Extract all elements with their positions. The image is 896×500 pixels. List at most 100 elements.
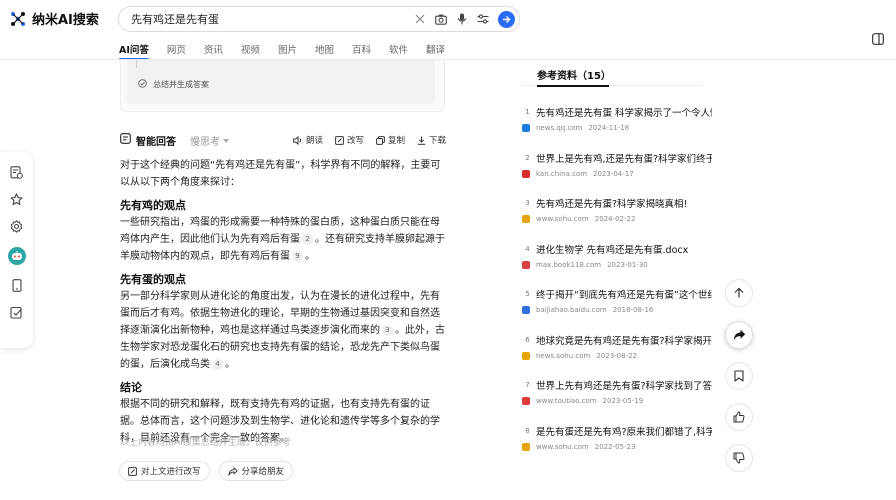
reference-title[interactable]: 地球究竟是先有鸡还是先有蛋?科学家揭开谜底 bbox=[536, 333, 712, 347]
reference-item[interactable]: 2 世界上是先有鸡,还是先有蛋?科学家们终于给出答案 kan.china.com 20… bbox=[522, 151, 712, 187]
tab-software[interactable]: 软件 bbox=[389, 42, 408, 56]
copy-button[interactable]: 复制 bbox=[376, 134, 405, 146]
share-icon bbox=[227, 466, 238, 476]
citation-badge[interactable]: 3 bbox=[382, 325, 393, 336]
reference-source: news.sohu.com bbox=[536, 351, 591, 360]
thinking-mode-select[interactable]: 慢思考 bbox=[190, 133, 229, 148]
source-favicon-icon bbox=[522, 442, 530, 451]
reference-item[interactable]: 7 世界上先有鸡还是先有蛋?科学家找到了答案 www.toutiao.com 2023… bbox=[522, 378, 712, 414]
tab-images[interactable]: 图片 bbox=[278, 42, 297, 56]
settings-gear-icon[interactable] bbox=[10, 220, 23, 233]
reference-date: 2023-01-30 bbox=[607, 260, 648, 269]
reference-date: 2022-05-23 bbox=[594, 442, 636, 451]
tab-web[interactable]: 网页 bbox=[167, 42, 186, 56]
bookmark-button[interactable] bbox=[725, 362, 753, 390]
reference-meta: www.toutiao.com 2023-05-19 bbox=[522, 397, 643, 405]
references-title: 参考资料（15） bbox=[537, 71, 611, 82]
source-favicon-icon bbox=[522, 124, 530, 132]
filter-icon[interactable] bbox=[477, 13, 489, 25]
tab-ai-qa[interactable]: AI问答 bbox=[119, 42, 149, 60]
reference-source: max.book118.com bbox=[536, 260, 602, 269]
reference-date: 2023-05-19 bbox=[602, 397, 644, 405]
reference-title[interactable]: 终于揭开“到底先有鸡还是先有蛋”这个世纪难题 bbox=[536, 287, 712, 301]
bookmark-icon bbox=[734, 370, 744, 382]
reference-item[interactable]: 1 先有鸡还是先有蛋 科学家揭示了一个令人惊讶的答案 news.qq.com 2024… bbox=[522, 105, 712, 141]
references-tab[interactable]: 参考资料（15） bbox=[522, 66, 702, 87]
share-followup-button[interactable]: 分享给朋友 bbox=[218, 461, 294, 481]
reference-meta: news.qq.com 2024-11-18 bbox=[522, 124, 629, 132]
history-icon[interactable] bbox=[10, 166, 23, 179]
ai-disclaimer: 以上内容均由AI搜集总结并生成，仅供参考 bbox=[120, 438, 291, 448]
reference-source: www.sohu.com bbox=[536, 215, 589, 223]
app-logo[interactable]: 纳米AI搜索 bbox=[10, 9, 99, 28]
check-circle-icon bbox=[138, 77, 147, 91]
reference-source: news.qq.com bbox=[536, 124, 583, 132]
citation-badge[interactable]: 9 bbox=[292, 251, 303, 262]
search-bar[interactable]: 先有鸡还是先有蛋 bbox=[118, 6, 520, 32]
source-favicon-icon bbox=[522, 397, 530, 405]
search-tabs: AI问答 网页 资讯 视频 图片 地图 百科 软件 翻译 bbox=[119, 42, 463, 60]
followup-actions: 对上文进行改写 分享给朋友 bbox=[119, 461, 294, 481]
clear-icon[interactable] bbox=[414, 13, 426, 25]
reference-meta: baijiahao.baidu.com 2018-08-16 bbox=[522, 306, 653, 314]
reference-title[interactable]: 世界上是先有鸡,还是先有蛋?科学家们终于给出答案 bbox=[536, 151, 712, 165]
camera-icon[interactable] bbox=[435, 13, 447, 25]
app-name: 纳米AI搜索 bbox=[32, 13, 99, 28]
reference-date: 2024-02-22 bbox=[594, 215, 636, 223]
panel-toggle-icon[interactable] bbox=[872, 33, 884, 48]
citation-badge[interactable]: 2 bbox=[302, 234, 313, 245]
reference-source: baijiahao.baidu.com bbox=[536, 306, 607, 314]
star-icon[interactable] bbox=[10, 193, 23, 206]
reference-item[interactable]: 6 地球究竟是先有鸡还是先有蛋?科学家揭开谜底 news.sohu.com 2023-… bbox=[522, 333, 712, 369]
tab-video[interactable]: 视频 bbox=[241, 42, 260, 56]
tab-news[interactable]: 资讯 bbox=[204, 42, 223, 56]
steps-inner-panel: 总结并生成答案 bbox=[127, 60, 435, 104]
citation-badge[interactable]: 4 bbox=[212, 359, 223, 370]
share-button[interactable] bbox=[725, 321, 753, 349]
step-label: 总结并生成答案 bbox=[153, 79, 209, 89]
read-aloud-button[interactable]: 朗读 bbox=[293, 134, 323, 146]
search-input[interactable]: 先有鸡还是先有蛋 bbox=[131, 11, 414, 27]
tab-baike[interactable]: 百科 bbox=[352, 42, 371, 56]
source-favicon-icon bbox=[522, 306, 530, 314]
tab-translate[interactable]: 翻译 bbox=[426, 42, 445, 56]
source-favicon-icon bbox=[522, 169, 530, 178]
reference-meta: max.book118.com 2023-01-30 bbox=[522, 260, 648, 269]
mobile-phone-icon[interactable] bbox=[10, 279, 23, 292]
source-favicon-icon bbox=[522, 215, 530, 223]
dislike-button[interactable] bbox=[725, 444, 753, 472]
reference-item[interactable]: 5 终于揭开“到底先有鸡还是先有蛋”这个世纪难题 baijiahao.baidu.c… bbox=[522, 287, 712, 323]
scroll-top-button[interactable] bbox=[725, 279, 753, 307]
answer-toolbar: 智能回答 慢思考 朗读 改写 复制 下载 bbox=[120, 133, 446, 148]
reference-source: www.toutiao.com bbox=[536, 397, 597, 405]
reference-title[interactable]: 先有鸡还是先有蛋?科学家揭晓真相! bbox=[536, 196, 712, 210]
like-button[interactable] bbox=[725, 403, 753, 431]
section-title-conclusion: 结论 bbox=[120, 381, 142, 394]
reference-date: 2024-11-18 bbox=[588, 124, 630, 132]
reference-meta: kan.china.com 2023-04-17 bbox=[522, 169, 634, 178]
step-connector bbox=[136, 60, 137, 68]
reference-title[interactable]: 进化生物学 先有鸡还是先有蛋.docx bbox=[536, 242, 712, 256]
tab-map[interactable]: 地图 bbox=[315, 42, 334, 56]
search-submit-button[interactable] bbox=[498, 10, 515, 28]
reference-number: 6 bbox=[525, 335, 530, 344]
reference-item[interactable]: 8 是先有蛋还是先有鸡?原来我们都错了,科学家这样说 www.sohu.com 202… bbox=[522, 424, 712, 460]
rewrite-followup-button[interactable]: 对上文进行改写 bbox=[119, 461, 210, 481]
microphone-icon[interactable] bbox=[456, 13, 468, 25]
section-title-chicken-first: 先有鸡的观点 bbox=[120, 199, 186, 212]
reference-item[interactable]: 4 进化生物学 先有鸡还是先有蛋.docx max.book118.com 2023-… bbox=[522, 242, 712, 278]
feedback-edit-icon[interactable] bbox=[10, 306, 23, 319]
section-body-egg-first: 另一部分科学家则从进化论的角度出发，认为在漫长的进化过程中，先有蛋而后才有鸡。依… bbox=[120, 291, 445, 370]
assistant-avatar-icon[interactable] bbox=[7, 247, 26, 265]
reference-title[interactable]: 是先有蛋还是先有鸡?原来我们都错了,科学家这样说 bbox=[536, 424, 712, 438]
thumbs-up-icon bbox=[733, 411, 745, 423]
reference-title[interactable]: 先有鸡还是先有蛋 科学家揭示了一个令人惊讶的答案 bbox=[536, 105, 712, 119]
reference-item[interactable]: 3 先有鸡还是先有蛋?科学家揭晓真相! www.sohu.com 2024-02-22 bbox=[522, 196, 712, 232]
rewrite-button[interactable]: 改写 bbox=[335, 134, 364, 146]
download-button[interactable]: 下载 bbox=[417, 134, 446, 146]
section-title-egg-first: 先有蛋的观点 bbox=[120, 273, 186, 286]
reference-number: 5 bbox=[525, 290, 530, 298]
source-favicon-icon bbox=[522, 351, 530, 360]
copy-icon bbox=[376, 135, 385, 145]
reference-title[interactable]: 世界上先有鸡还是先有蛋?科学家找到了答案 bbox=[536, 378, 712, 392]
